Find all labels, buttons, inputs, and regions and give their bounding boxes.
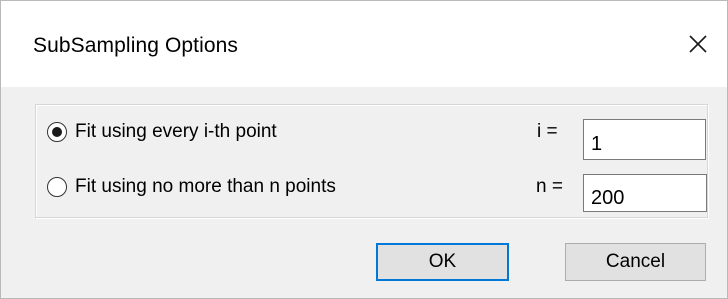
radio-max-n-points-label: Fit using no more than n points bbox=[75, 176, 336, 197]
title-bar: SubSampling Options bbox=[1, 1, 727, 87]
radio-every-ith-point[interactable]: Fit using every i-th point bbox=[47, 117, 277, 147]
radio-max-n-points-indicator[interactable] bbox=[47, 177, 67, 197]
radio-every-ith-point-indicator[interactable] bbox=[47, 122, 67, 142]
i-param-label: i = bbox=[537, 121, 558, 142]
radio-every-ith-point-label: Fit using every i-th point bbox=[75, 121, 277, 142]
i-value-input[interactable] bbox=[583, 119, 706, 160]
n-param-label: n = bbox=[536, 176, 563, 197]
close-button[interactable] bbox=[669, 15, 727, 73]
radio-max-n-points[interactable]: Fit using no more than n points bbox=[47, 172, 336, 202]
dialog-title: SubSampling Options bbox=[33, 34, 239, 57]
cancel-button[interactable]: Cancel bbox=[565, 243, 706, 281]
n-value-input[interactable] bbox=[583, 174, 707, 212]
close-icon bbox=[687, 33, 709, 55]
ok-button[interactable]: OK bbox=[376, 243, 509, 281]
